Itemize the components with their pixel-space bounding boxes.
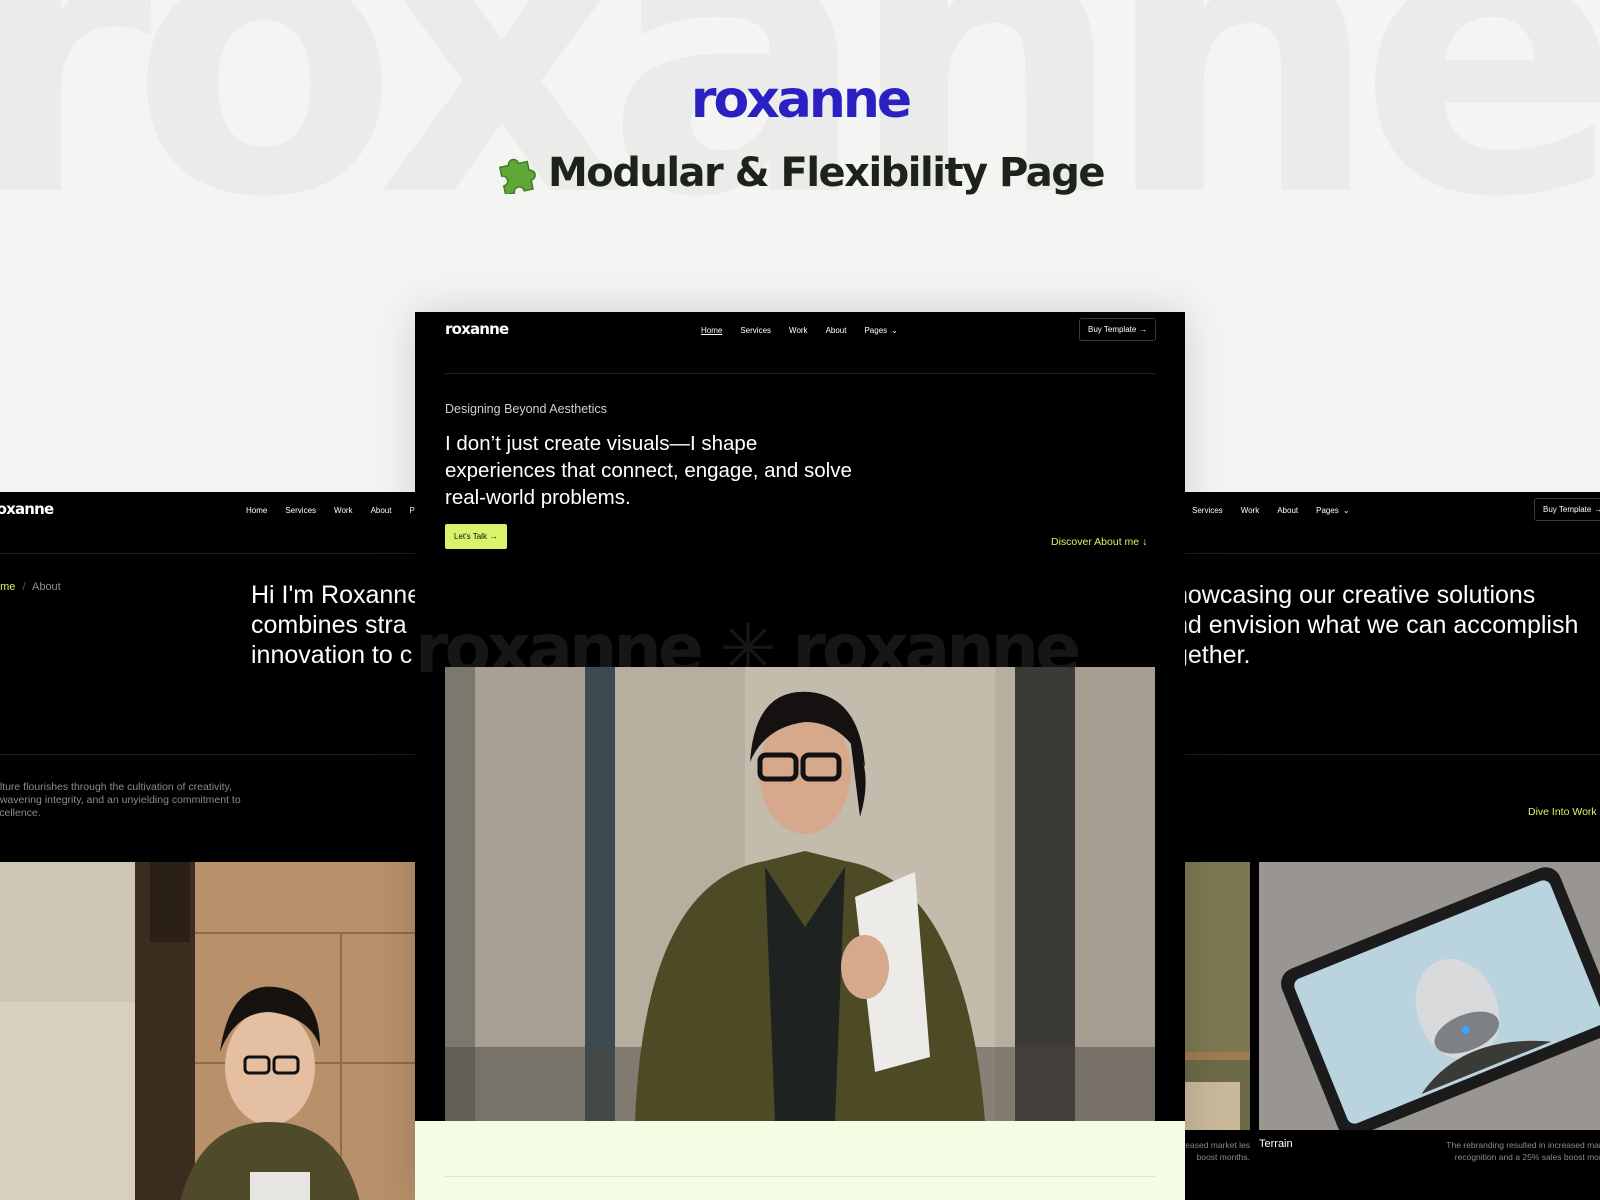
left-nav-divider [0,553,420,554]
discover-about-link[interactable]: Discover About me ↓ [1051,536,1147,548]
right-nav-links: Services Work About Pages ⌄ [1192,506,1350,515]
work-card-image-left[interactable] [1180,862,1250,1130]
work-card-desc-left: increased market les boost months. [1180,1140,1250,1162]
center-nav-home[interactable]: Home [701,326,722,335]
center-nav-links: Home Services Work About Pages ⌄ [701,326,898,335]
next-section-divider [445,1176,1155,1177]
breadcrumb-current: About [31,581,61,593]
left-nav-links: Home Services Work About Pag [246,506,420,515]
hero-headline: I don’t just create visuals—I shape expe… [445,432,852,509]
breadcrumb-separator: / [22,581,26,593]
page-header: roxanne Modular & Flexibility Page [0,70,1600,199]
center-nav-pages[interactable]: Pages ⌄ [864,326,897,335]
left-hero-line: Hi I'm Roxanne [251,581,420,609]
page-title: Modular & Flexibility Page [496,150,1106,196]
arrow-down-icon: ↓ [1142,536,1148,548]
right-hero-line: howcasing our creative solutions [1180,581,1536,609]
about-photo [0,862,420,1200]
center-nav-services[interactable]: Services [740,326,771,335]
lets-talk-button[interactable]: Let's Talk → [445,524,507,549]
arrow-right-icon: → [489,532,498,541]
left-screen-preview: roxanne Home Services Work About Pag ome… [0,492,420,1200]
left-nav-logo[interactable]: roxanne [0,500,54,518]
left-hero-text: Hi I'm Roxanne combines stra innovation … [251,580,420,670]
page-title-text: Modular & Flexibility Page [547,150,1106,196]
right-screen-preview: Services Work About Pages ⌄ Buy Template →… [1180,492,1600,1200]
left-hero-line: combines stra [251,611,407,639]
chevron-down-icon: ⌄ [1342,506,1350,515]
hero-kicker: Designing Beyond Aesthetics [445,402,607,416]
buy-template-button[interactable]: Buy Template → [1079,318,1157,341]
breadcrumb: ome / About [0,581,61,593]
right-hero-text: howcasing our creative solutions nd envi… [1180,580,1600,670]
right-hero-line: nd envision what we can accomplish [1180,611,1579,639]
left-nav-home[interactable]: Home [246,506,267,515]
right-buy-template-button[interactable]: Buy Template → [1534,498,1600,521]
left-nav-about[interactable]: About [371,506,392,515]
center-nav-divider [445,373,1155,374]
dive-into-work-link[interactable]: Dive Into Work [1528,806,1597,818]
right-nav-work[interactable]: Work [1241,506,1260,515]
work-card-desc-right: The rebranding resulted in increased mar… [1446,1140,1600,1162]
right-nav-about[interactable]: About [1277,506,1298,515]
left-section-divider [0,754,420,755]
brand-logo: roxanne [690,70,912,130]
right-nav-pages[interactable]: Pages ⌄ [1316,506,1349,515]
next-section-light-band [415,1121,1185,1200]
work-card-title: Terrain [1259,1138,1293,1150]
center-nav-logo[interactable]: roxanne [445,320,509,338]
right-hero-line: gether. [1180,641,1251,669]
arrow-right-icon: → [1139,325,1148,334]
puzzle-piece-icon [498,158,536,194]
right-section-divider [1180,754,1600,755]
right-nav-divider [1180,553,1600,554]
chevron-down-icon: ⌄ [891,326,898,335]
left-quote: ulture flourishes through the cultivatio… [0,781,241,819]
breadcrumb-home[interactable]: ome [0,581,15,593]
center-nav-work[interactable]: Work [789,326,808,335]
left-hero-line: innovation to c [251,641,413,669]
arrow-right-icon: → [1594,505,1600,514]
right-nav-services[interactable]: Services [1192,506,1223,515]
left-nav-services[interactable]: Services [285,506,316,515]
center-screen-preview: roxanne Home Services Work About Pages ⌄ … [415,312,1185,1200]
left-nav-work[interactable]: Work [334,506,353,515]
work-card-image-terrain[interactable] [1259,862,1600,1130]
hero-portrait-photo [445,667,1155,1121]
center-nav-about[interactable]: About [826,326,847,335]
